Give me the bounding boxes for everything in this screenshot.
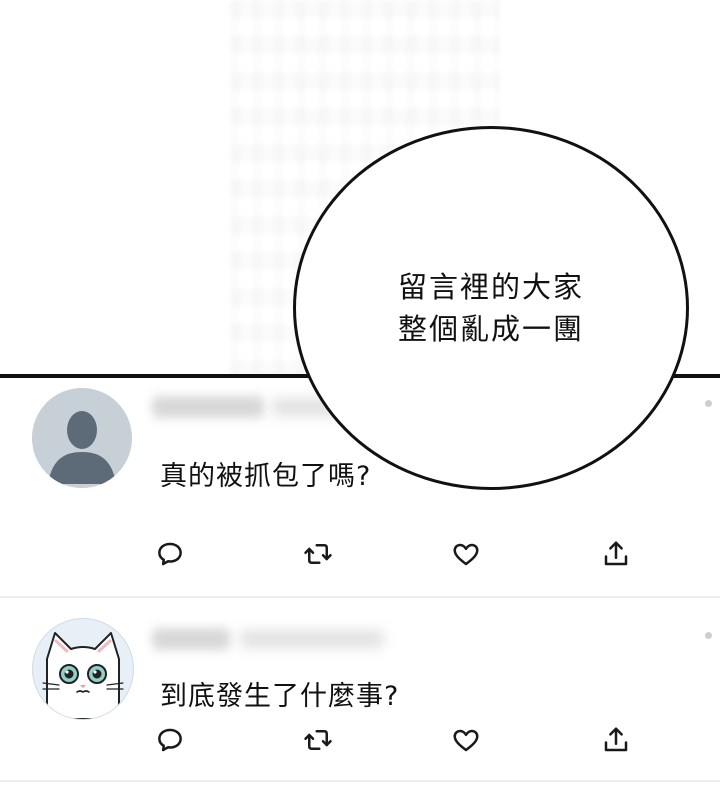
handle-blurred [240,630,384,648]
default-user-avatar-icon [32,388,132,488]
like-button[interactable] [448,722,484,758]
tweet-card: 到底發生了什麼事? [0,598,720,780]
tweet-actions [0,722,720,762]
avatar[interactable] [32,618,134,720]
like-icon [453,729,479,752]
retweet-button[interactable] [300,722,336,758]
tweet-divider [0,780,720,782]
reply-icon [158,542,182,566]
speech-bubble-line: 留言裡的大家 [397,270,584,304]
tweet-text: 到底發生了什麼事? [160,681,400,712]
share-icon [604,727,628,752]
username-blurred[interactable] [152,628,230,650]
cat-avatar-icon [42,632,124,719]
retweet-button[interactable] [300,536,336,572]
tweet-text: 真的被抓包了嗎? [160,461,372,492]
speech-bubble: 留言裡的大家 整個亂成一團 [293,126,689,490]
reply-icon [158,728,182,752]
share-icon [604,541,628,566]
retweet-icon [304,730,332,750]
username-blurred[interactable] [152,396,264,418]
share-button[interactable] [598,722,634,758]
like-button[interactable] [448,536,484,572]
reply-button[interactable] [152,722,188,758]
avatar[interactable] [32,388,132,488]
reply-button[interactable] [152,536,188,572]
more-options-icon[interactable] [705,400,712,407]
like-icon [453,543,479,566]
retweet-icon [304,544,332,564]
more-options-icon[interactable] [705,632,712,639]
speech-bubble-line: 整個亂成一團 [397,312,584,346]
tweet-actions [0,536,720,576]
share-button[interactable] [598,536,634,572]
